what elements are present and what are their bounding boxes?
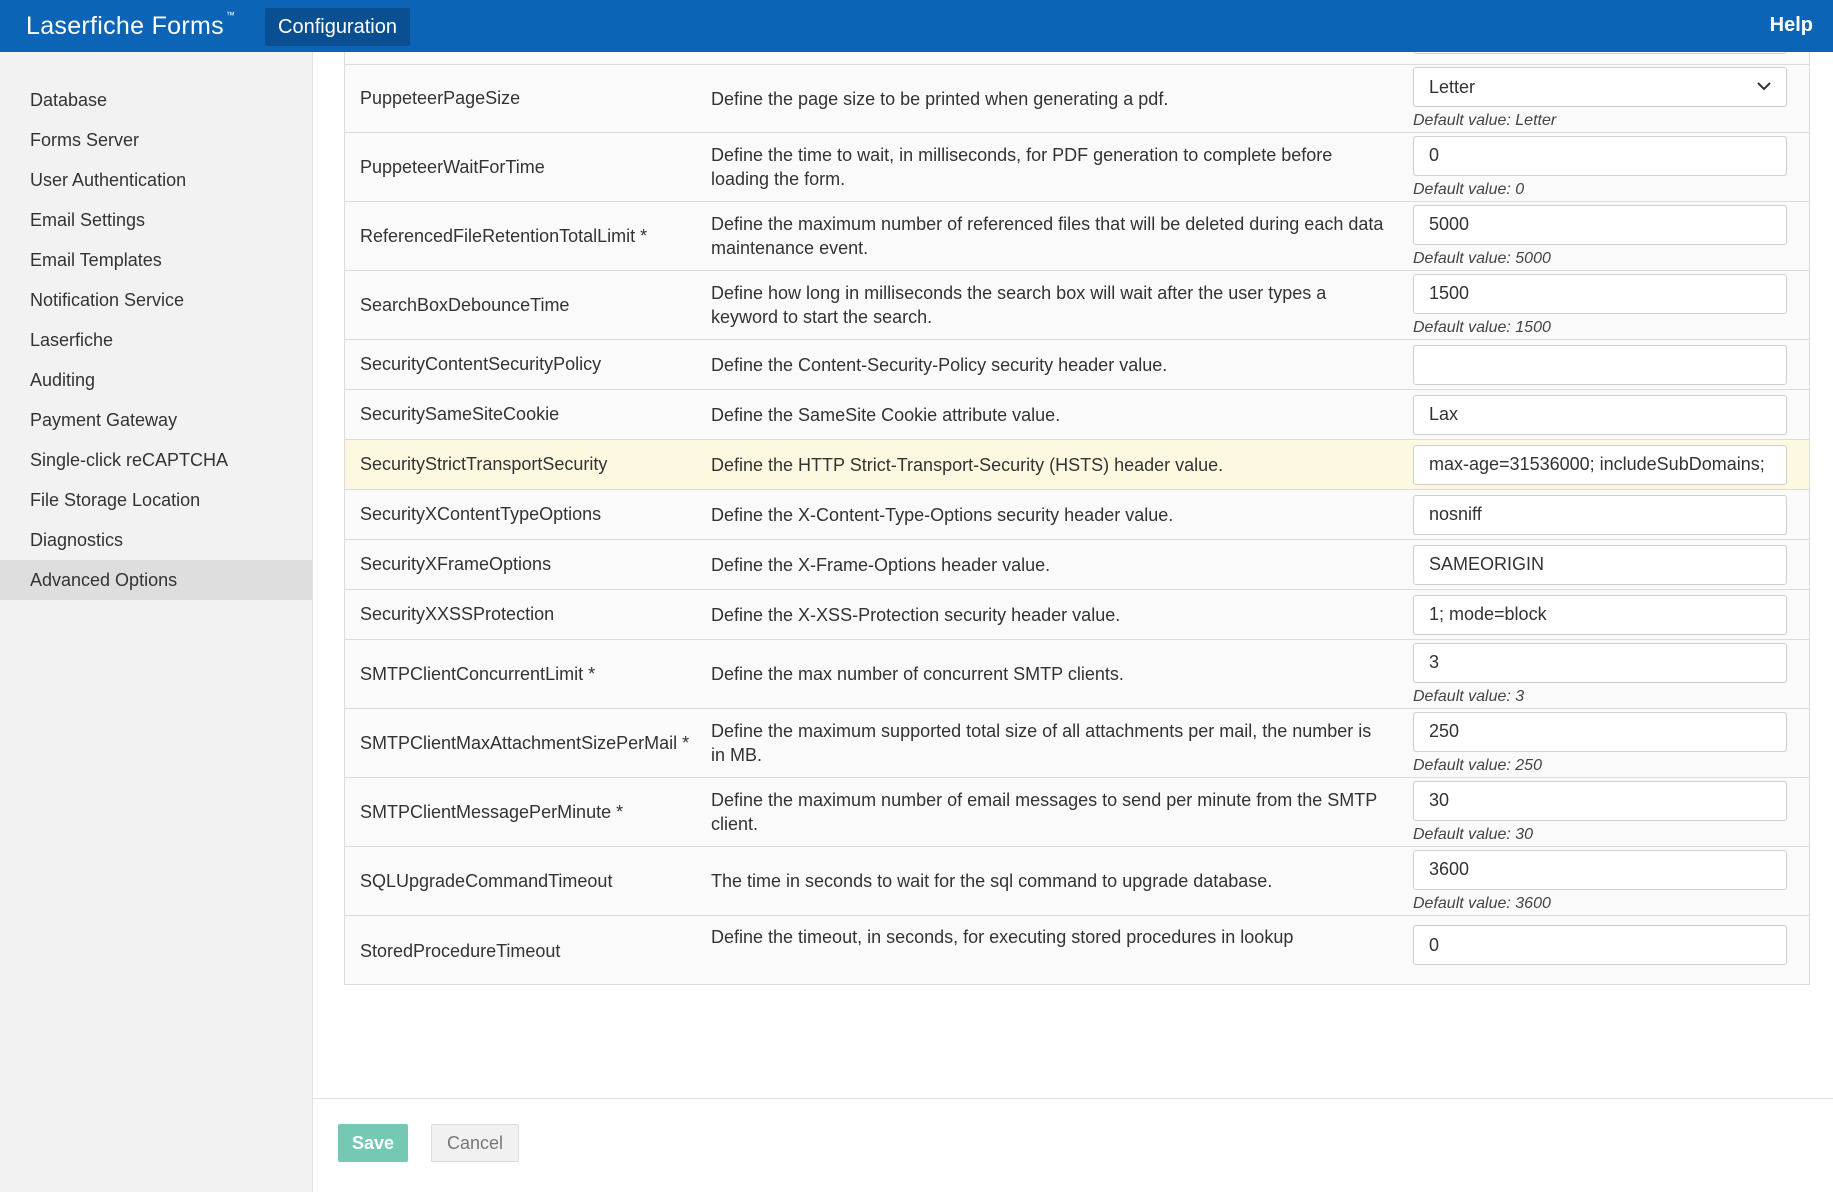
table-row: SecurityXXSSProtection Define the X-XSS-… [345,590,1809,640]
setting-name: ReferencedFileRetentionTotalLimit * [360,225,648,246]
setting-input[interactable]: nosniff [1413,494,1787,535]
setting-input[interactable]: 30 [1413,780,1787,821]
table-row: SMTPClientMaxAttachmentSizePerMail * Def… [345,709,1809,778]
setting-description: Define the X-Content-Type-Options securi… [711,504,1174,525]
product-logo[interactable]: Laserfiche Forms ™ [26,9,236,41]
setting-input[interactable]: 1500 [1413,273,1787,314]
select-value: Letter [1429,76,1476,97]
setting-input[interactable]: 1; mode=block [1413,594,1787,635]
setting-name: PuppeteerWaitForTime [360,156,545,177]
setting-description: Define the SameSite Cookie attribute val… [711,404,1061,425]
setting-input[interactable]: max-age=31536000; includeSubDomains; [1413,444,1787,485]
page-size-select[interactable]: Letter [1413,67,1787,107]
table-row: PuppeteerPageSize Define the page size t… [345,65,1809,133]
setting-description: Define the time to wait, in milliseconds… [711,145,1333,189]
setting-input-partial[interactable] [1413,52,1787,54]
setting-name: StoredProcedureTimeout [360,941,561,961]
setting-description: Define the timeout, in seconds, for exec… [711,927,1294,947]
setting-name: SecurityContentSecurityPolicy [360,354,602,374]
setting-name: SecurityXFrameOptions [360,554,552,574]
sidebar-item-email-settings[interactable]: Email Settings [0,200,312,240]
setting-description: Define the X-Frame-Options header value. [711,554,1051,575]
setting-input[interactable] [1413,344,1787,385]
sidebar-item-database[interactable]: Database [0,80,312,120]
setting-description: The time in seconds to wait for the sql … [711,871,1273,891]
default-value-hint: Default value: 0 [1413,180,1525,198]
table-row: SecurityXFrameOptions Define the X-Frame… [345,540,1809,590]
save-button[interactable]: Save [338,1124,408,1162]
setting-input[interactable]: 0 [1413,925,1787,965]
table-row-highlighted: SecurityStrictTransportSecurity Define t… [345,440,1809,490]
advanced-options-panel: PuppeteerPageSize Define the page size t… [313,52,1833,1098]
setting-input[interactable]: 3 [1413,642,1787,683]
setting-description: Define how long in milliseconds the sear… [711,283,1327,327]
settings-table: PuppeteerPageSize Define the page size t… [344,52,1810,985]
form-action-bar: Save Cancel [313,1098,1833,1192]
setting-description: Define the X-XSS-Protection security hea… [711,604,1121,625]
setting-input[interactable]: Lax [1413,394,1787,435]
setting-description: Define the page size to be printed when … [711,88,1169,109]
setting-name: SQLUpgradeCommandTimeout [360,870,613,891]
sidebar-item-auditing[interactable]: Auditing [0,360,312,400]
default-value-hint: Default value: 250 [1413,756,1542,774]
setting-name: PuppeteerPageSize [360,88,521,108]
sidebar-item-diagnostics[interactable]: Diagnostics [0,520,312,560]
default-value-hint: Default value: 5000 [1413,249,1551,267]
top-navigation-bar: Laserfiche Forms ™ Configuration Help [0,0,1833,52]
trademark-symbol: ™ [225,9,236,20]
setting-input[interactable]: 0 [1413,135,1787,176]
table-row [345,52,1809,65]
table-row: SecuritySameSiteCookie Define the SameSi… [345,390,1809,440]
setting-name: SMTPClientConcurrentLimit * [360,663,596,684]
default-value-hint: Default value: 3600 [1413,894,1551,912]
chevron-down-icon [1757,78,1771,96]
setting-description: Define the maximum number of email messa… [711,790,1377,834]
default-value-hint: Default value: 1500 [1413,318,1551,336]
configuration-sidebar: Database Forms Server User Authenticatio… [0,52,313,1192]
setting-description: Define the max number of concurrent SMTP… [711,664,1124,684]
setting-description: Define the maximum number of referenced … [711,214,1384,258]
setting-input[interactable]: 3600 [1413,849,1787,890]
sidebar-item-file-storage-location[interactable]: File Storage Location [0,480,312,520]
setting-name: SMTPClientMessagePerMinute * [360,801,624,822]
setting-input[interactable]: 250 [1413,711,1787,752]
setting-name: SearchBoxDebounceTime [360,294,570,315]
setting-name: SecuritySameSiteCookie [360,404,560,424]
setting-description: Define the Content-Security-Policy secur… [711,354,1168,375]
sidebar-item-advanced-options[interactable]: Advanced Options [0,560,312,600]
sidebar-item-recaptcha[interactable]: Single-click reCAPTCHA [0,440,312,480]
table-row: StoredProcedureTimeout Define the timeou… [345,916,1809,985]
setting-input[interactable]: 5000 [1413,204,1787,245]
sidebar-item-forms-server[interactable]: Forms Server [0,120,312,160]
setting-name: SecurityXXSSProtection [360,604,555,624]
table-row: SecurityContentSecurityPolicy Define the… [345,340,1809,390]
table-row: SecurityXContentTypeOptions Define the X… [345,490,1809,540]
setting-name: SMTPClientMaxAttachmentSizePerMail * [360,732,690,753]
table-row: ReferencedFileRetentionTotalLimit * Defi… [345,202,1809,271]
table-row: SMTPClientMessagePerMinute * Define the … [345,778,1809,847]
sidebar-item-notification-service[interactable]: Notification Service [0,280,312,320]
table-row: PuppeteerWaitForTime Define the time to … [345,133,1809,202]
default-value-hint: Default value: 3 [1413,687,1525,705]
table-row: SearchBoxDebounceTime Define how long in… [345,271,1809,340]
default-value-hint: Default value: 30 [1413,825,1534,843]
setting-name: SecurityXContentTypeOptions [360,504,602,524]
cancel-button[interactable]: Cancel [431,1124,519,1162]
sidebar-item-laserfiche[interactable]: Laserfiche [0,320,312,360]
sidebar-item-payment-gateway[interactable]: Payment Gateway [0,400,312,440]
table-row: SMTPClientConcurrentLimit * Define the m… [345,640,1809,709]
configuration-tab[interactable]: Configuration [265,8,410,46]
sidebar-item-email-templates[interactable]: Email Templates [0,240,312,280]
brand-name: Laserfiche Forms [26,11,224,40]
default-value-hint: Default value: Letter [1413,112,1557,129]
help-link[interactable]: Help [1770,14,1813,37]
table-row: SQLUpgradeCommandTimeout The time in sec… [345,847,1809,916]
setting-description: Define the maximum supported total size … [711,721,1372,765]
setting-name: SecurityStrictTransportSecurity [360,454,608,474]
sidebar-item-user-authentication[interactable]: User Authentication [0,160,312,200]
setting-description: Define the HTTP Strict-Transport-Securit… [711,454,1224,475]
setting-input[interactable]: SAMEORIGIN [1413,544,1787,585]
